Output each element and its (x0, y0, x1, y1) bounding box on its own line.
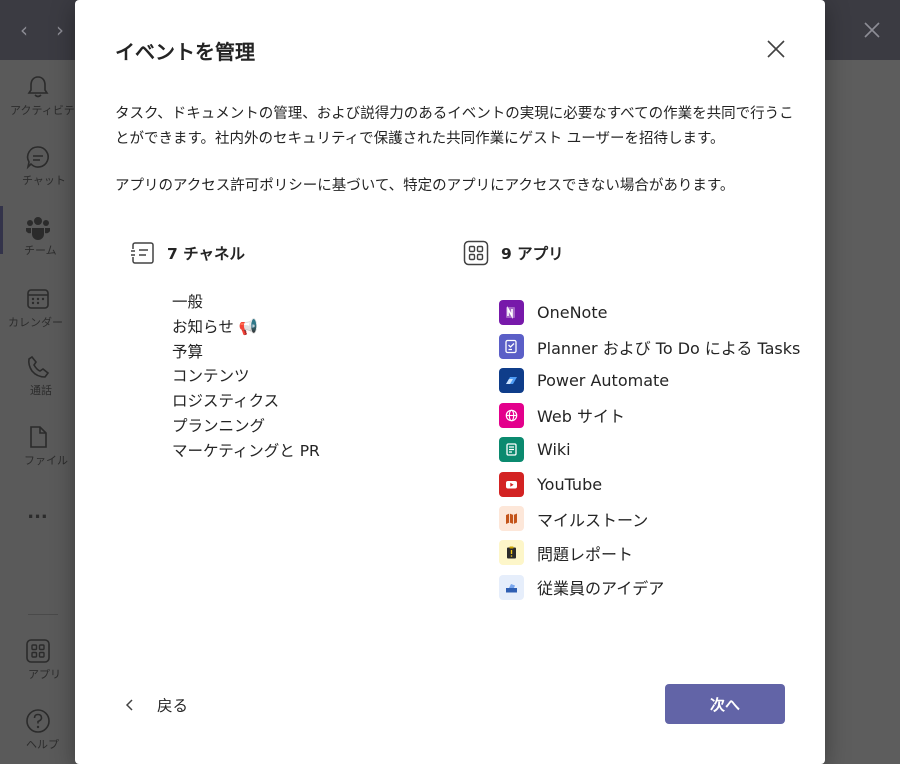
channel-list: 一般 お知らせ 📢 予算 コンテンツ ロジスティクス プランニング マーケティン… (172, 290, 320, 464)
rail-item-calendar[interactable]: カレンダー (0, 286, 75, 346)
dialog-description: タスク、ドキュメントの管理、および説得力のあるイベントの実現に必要なすべての作業… (115, 102, 795, 199)
rail-item-calls[interactable]: 通話 (0, 354, 75, 414)
power-automate-icon (499, 368, 524, 394)
rail-item-more[interactable]: ... (0, 500, 75, 560)
calendar-icon (26, 289, 49, 309)
app-list: OneNote Planner および To Do による Tasks Powe… (499, 295, 800, 605)
app-item-youtube: YouTube (499, 467, 800, 501)
app-name: マイルストーン (537, 510, 649, 530)
channel-item: 一般 (172, 293, 204, 311)
rail-item-activity[interactable]: アクティビティ (0, 74, 85, 134)
dialog-title: イベントを管理 (115, 40, 255, 64)
rail-item-teams[interactable]: チーム (0, 214, 75, 274)
channel-item: 予算 (172, 342, 204, 361)
clipboard-alert-icon (499, 540, 524, 566)
app-name: Wiki (537, 440, 571, 460)
channel-list-icon (131, 242, 154, 264)
app-name: 問題レポート (537, 544, 634, 564)
app-item-tasks: Planner および To Do による Tasks (499, 329, 800, 363)
rail-item-help[interactable]: ヘルプ (0, 708, 75, 764)
back-nav-icon[interactable]: ‹ (14, 18, 34, 42)
rail-divider (28, 614, 58, 615)
channels-count-label: 7 チャネル (167, 245, 246, 263)
app-item-onenote: OneNote (499, 295, 800, 329)
app-name: 従業員のアイデア (537, 579, 665, 599)
apps-grid-icon (463, 240, 489, 266)
apps-count-label: 9 アプリ (501, 245, 564, 263)
app-name: OneNote (537, 302, 608, 322)
app-item-employee-ideas: 従業員のアイデア (499, 570, 800, 604)
channel-item: ロジスティクス (172, 392, 280, 411)
idea-box-icon (499, 574, 524, 600)
channel-item: お知らせ 📢 (172, 317, 258, 336)
globe-icon (499, 402, 524, 428)
app-item-website: Web サイト (499, 398, 800, 432)
youtube-icon (499, 471, 524, 497)
next-button[interactable]: 次へ (665, 684, 785, 724)
map-icon (499, 506, 524, 532)
channel-item: プランニング (172, 416, 266, 435)
tasks-icon (499, 334, 524, 360)
background-overlay (825, 60, 900, 764)
app-item-milestones: マイルストーン (499, 501, 800, 535)
apps-icon (25, 639, 50, 663)
rail-item-files[interactable]: ファイル (0, 424, 75, 484)
teams-icon (25, 217, 50, 240)
app-rail: アクティビティ チャット チーム カレンダー 通話 ファイル ... アプリ ヘ… (0, 60, 85, 764)
app-name: Power Automate (537, 371, 670, 391)
apps-heading: 9 アプリ (463, 238, 564, 268)
app-name: YouTube (537, 474, 603, 494)
channels-heading: 7 チャネル (129, 238, 245, 268)
more-icon: ... (27, 502, 48, 523)
app-name: Web サイト (537, 407, 625, 427)
manage-event-dialog: イベントを管理 タスク、ドキュメントの管理、および説得力のあるイベントの実現に必… (75, 0, 825, 764)
help-icon (25, 709, 50, 733)
close-icon[interactable] (765, 38, 787, 60)
channel-item: コンテンツ (172, 367, 250, 386)
channel-item: マーケティングと PR (172, 441, 320, 460)
app-item-wiki: Wiki (499, 433, 800, 467)
app-item-issue-report: 問題レポート (499, 536, 800, 570)
forward-nav-icon[interactable]: › (50, 18, 70, 42)
app-item-power-automate: Power Automate (499, 364, 800, 398)
chevron-left-icon (125, 699, 133, 711)
onenote-icon (499, 299, 524, 325)
rail-item-chat[interactable]: チャット (0, 144, 75, 204)
wiki-icon (499, 437, 524, 463)
phone-icon (27, 355, 49, 378)
file-icon (29, 426, 47, 448)
permission-note: アプリのアクセス許可ポリシーに基づいて、特定のアプリにアクセスできない場合があり… (115, 178, 735, 194)
app-name: Planner および To Do による Tasks (537, 338, 801, 358)
back-button-label: 戻る (157, 697, 189, 715)
chat-icon (26, 146, 49, 170)
description-paragraph: タスク、ドキュメントの管理、および説得力のあるイベントの実現に必要なすべての作業… (115, 106, 794, 147)
close-window-icon[interactable] (860, 18, 884, 42)
bell-icon (27, 76, 48, 98)
rail-item-apps[interactable]: アプリ (0, 638, 75, 698)
back-button[interactable]: 戻る (123, 692, 188, 718)
